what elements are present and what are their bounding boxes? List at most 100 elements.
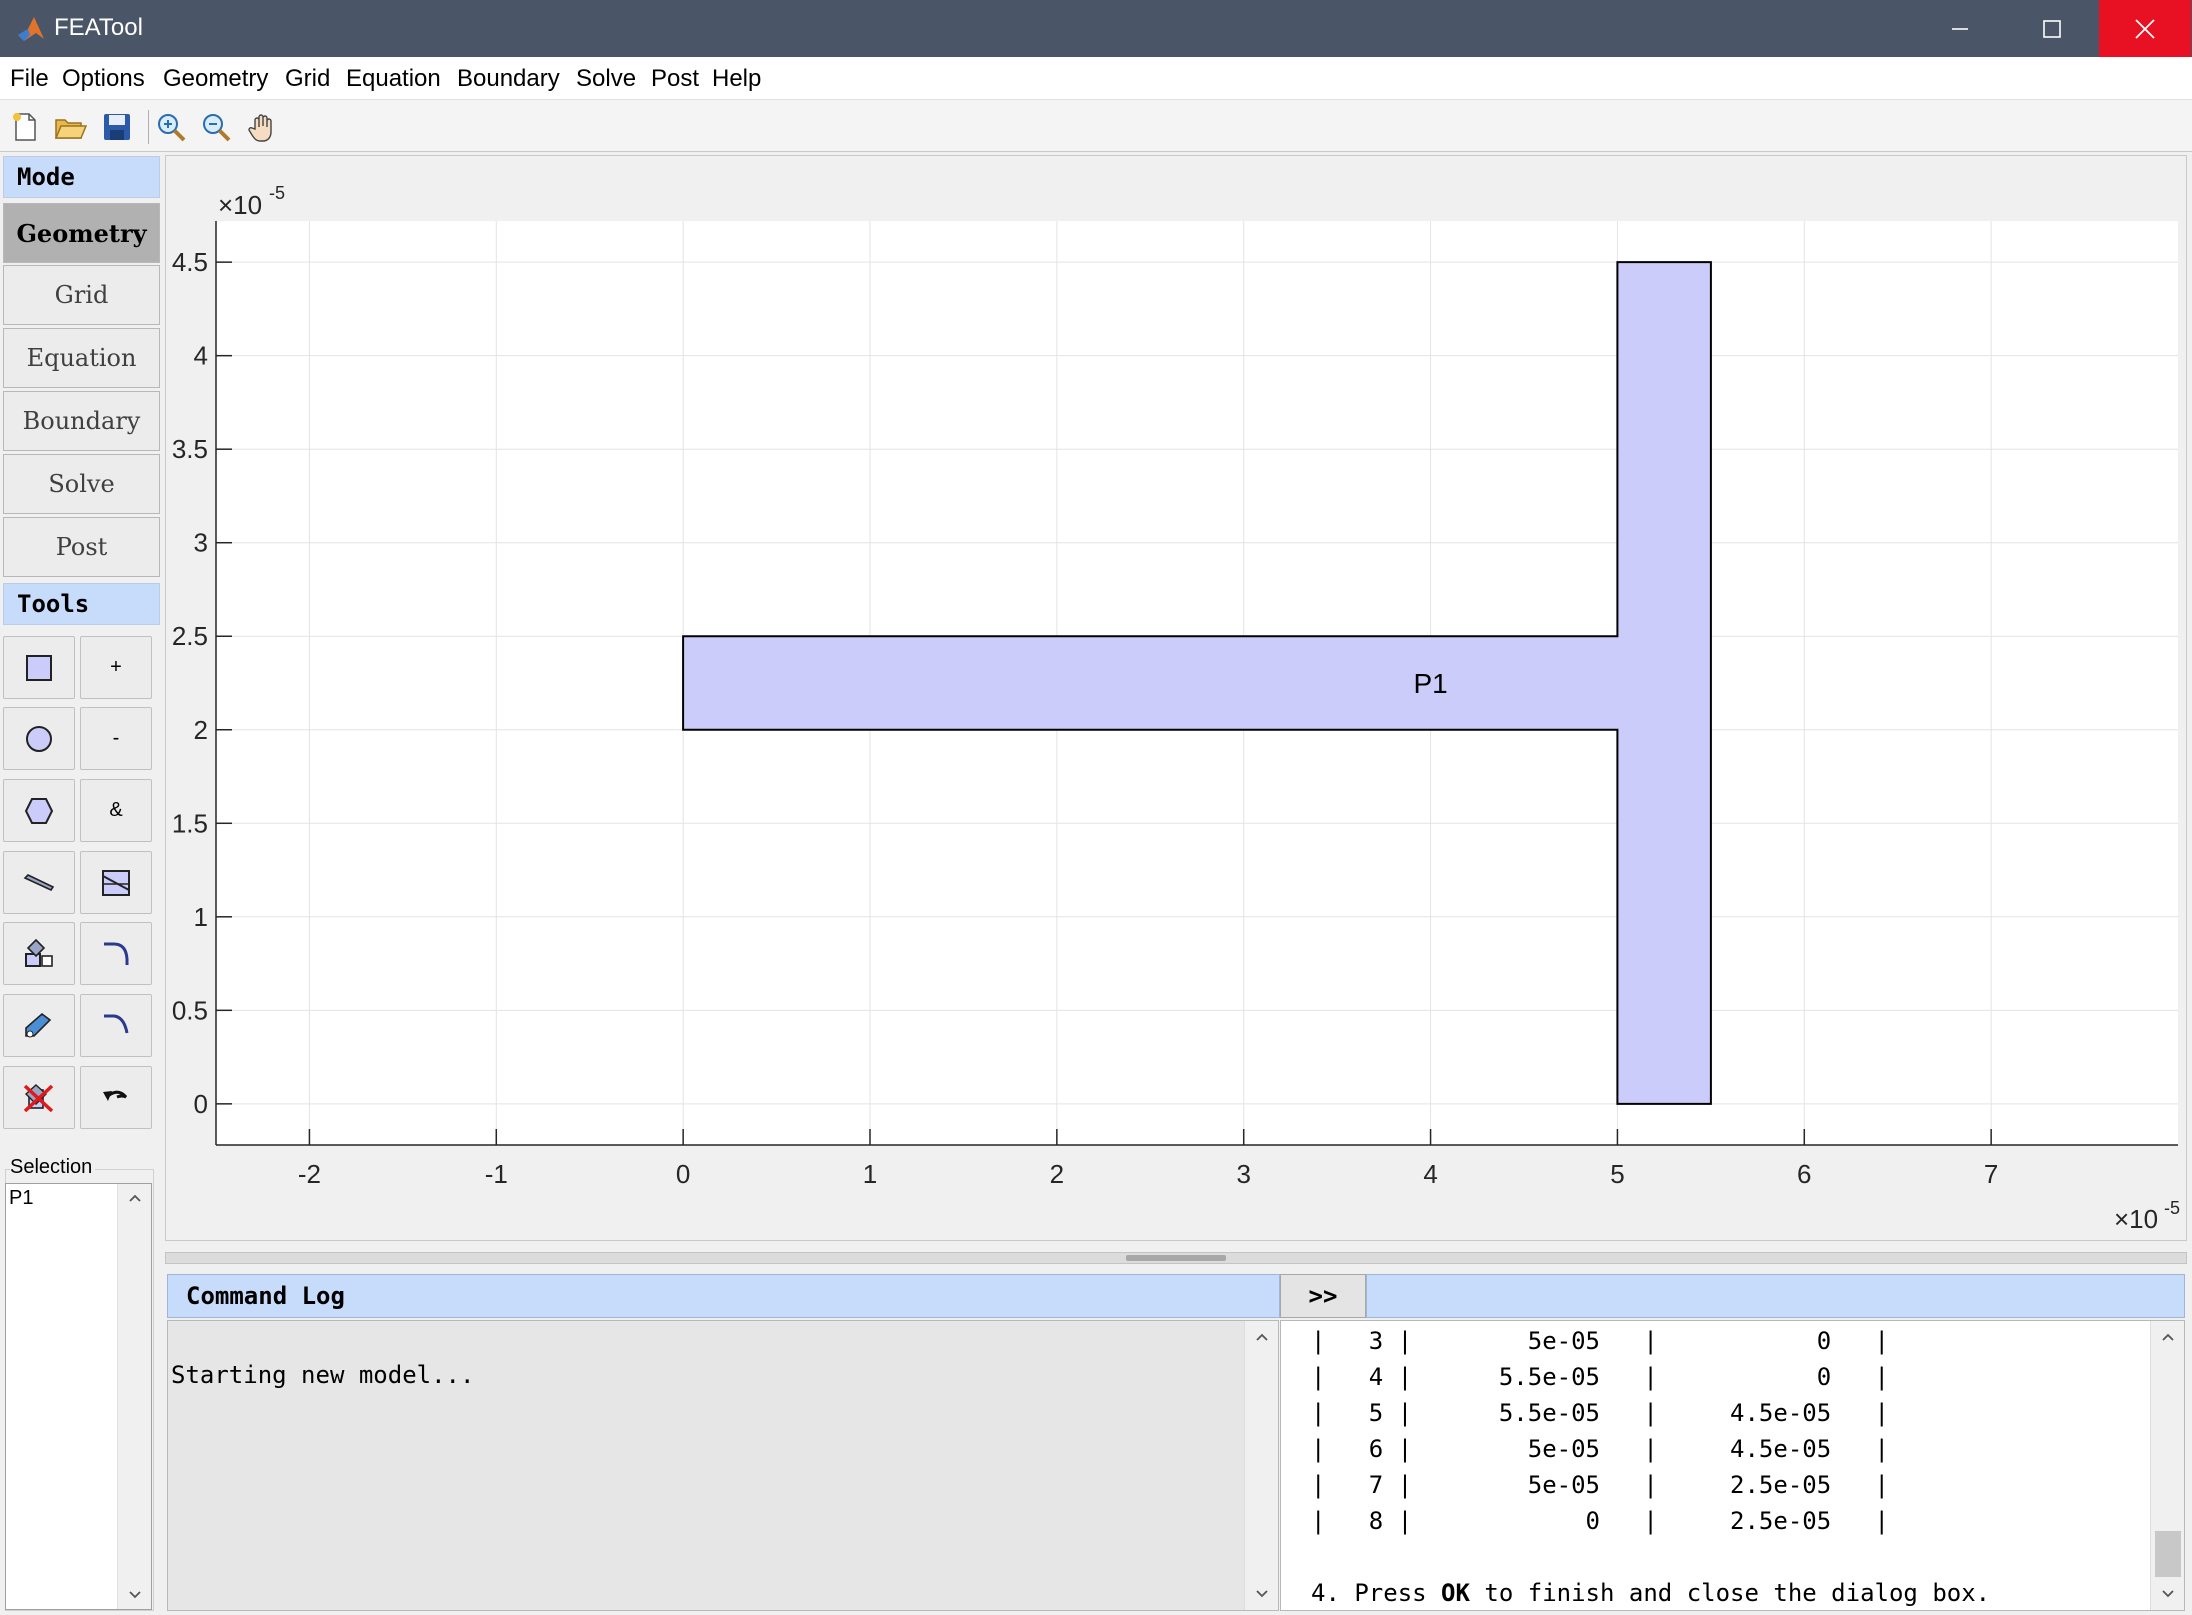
help-text-pane[interactable]: | 3 | 5e-05 | 0 | | 4 | 5.5e-05 | 0 | | … [1280,1320,2185,1611]
menu-equation[interactable]: Equation [346,65,441,93]
minimize-button[interactable] [1914,0,2006,57]
close-button[interactable] [2099,0,2191,57]
geometry-plot[interactable]: P1 -2 -1 0 1 2 3 4 5 6 700.511.522.533.544.5 ×10 … [166,156,2186,1240]
mode-grid-button[interactable]: Grid [3,265,160,325]
y-tick-label: 2.5 [172,621,208,651]
y-tick-label: 4.5 [172,247,208,277]
selection-listbox[interactable]: P1 [5,1183,152,1610]
intersect-button[interactable]: & [80,779,152,842]
help-table-row: | 7 | 5e-05 | 2.5e-05 | [1311,1471,1889,1499]
toggle-panel-button[interactable]: >> [1280,1274,1366,1318]
x-exponent-power: -5 [2164,1198,2180,1218]
menu-help[interactable]: Help [712,65,761,93]
command-log-pane[interactable]: Starting new model... [167,1320,1279,1611]
selection-scrollbar[interactable] [117,1184,151,1609]
zoom-out-button[interactable] [196,108,236,146]
rectangle-icon [26,654,52,681]
command-log-header: Command Log [167,1274,1280,1318]
union-button[interactable]: + [80,636,152,699]
mode-post-button[interactable]: Post [3,517,160,577]
edit-object-button[interactable] [3,994,75,1057]
geometry-label-p1: P1 [1413,668,1447,699]
mode-header: Mode [3,156,160,198]
x-tick-label: 3 [1236,1159,1250,1189]
zoom-in-button[interactable] [151,108,191,146]
chamfer-icon [104,1014,129,1033]
help-table-row: | 4 | 5.5e-05 | 0 | [1311,1363,1889,1391]
command-log-text: Starting new model... [171,1361,475,1389]
transform-tool-button[interactable] [3,922,75,985]
window-title: FEATool [54,14,143,41]
edit-object-icon [25,1012,52,1037]
delete-tool-button[interactable] [3,1066,75,1129]
subtract-button[interactable]: - [80,707,152,770]
pan-button[interactable] [243,108,283,146]
menu-file[interactable]: File [10,65,49,93]
transform-icon [25,938,53,967]
y-tick-label: 1.5 [172,808,208,838]
open-button[interactable] [50,108,90,146]
split-tool-button[interactable] [80,851,152,914]
open-folder-icon [54,119,87,139]
maximize-icon [2043,19,2061,38]
help-table-row: | 5 | 5.5e-05 | 4.5e-05 | [1311,1399,1889,1427]
undo-button[interactable] [80,1066,152,1129]
pan-hand-icon [248,114,272,142]
circle-tool-button[interactable] [3,707,75,770]
y-exponent-base: ×10 [218,190,262,220]
save-button[interactable] [97,108,137,146]
toolbar [0,100,2192,152]
x-tick-label: 2 [1050,1159,1064,1189]
x-tick-label: -2 [298,1159,321,1189]
y-tick-label: 4 [194,341,208,371]
y-tick-label: 0.5 [172,995,208,1025]
help-instruction-suffix: to finish and close the dialog box. [1469,1579,1991,1607]
tools-header: Tools [3,583,160,625]
mode-boundary-button[interactable]: Boundary [3,391,160,451]
chamfer-tool-button[interactable] [80,994,152,1057]
scroll-down-arrow-icon[interactable] [118,1583,151,1607]
scroll-down-arrow-icon[interactable] [1245,1582,1278,1606]
menu-geometry[interactable]: Geometry [163,65,268,93]
help-ok-keyword: OK [1441,1579,1470,1607]
y-exponent-power: -5 [269,183,285,203]
menu-solve[interactable]: Solve [576,65,636,93]
help-table-row: | 3 | 5e-05 | 0 | [1311,1327,1889,1355]
scroll-thumb[interactable] [2155,1531,2181,1577]
title-bar: FEATool [0,0,2192,57]
y-tick-label: 3.5 [172,434,208,464]
mode-geometry-button[interactable]: Geometry [3,203,160,263]
maximize-button[interactable] [2006,0,2098,57]
x-tick-label: -1 [485,1159,508,1189]
new-file-icon [13,113,36,141]
polygon-tool-button[interactable] [3,779,75,842]
y-tick-label: 0 [194,1089,208,1119]
menu-post[interactable]: Post [651,65,699,93]
help-table-row: | 6 | 5e-05 | 4.5e-05 | [1311,1435,1889,1463]
scroll-down-arrow-icon[interactable] [2151,1582,2184,1606]
scroll-up-arrow-icon[interactable] [1245,1325,1278,1349]
selection-item-p1[interactable]: P1 [9,1187,33,1210]
help-scrollbar[interactable] [2150,1321,2184,1610]
fillet-tool-button[interactable] [80,922,152,985]
panel-splitter[interactable] [165,1252,2187,1264]
menu-boundary[interactable]: Boundary [457,65,560,93]
undo-icon [103,1090,128,1101]
help-instruction-prefix: 4. Press [1311,1579,1442,1607]
mode-equation-button[interactable]: Equation [3,328,160,388]
help-instruction: 4. Press OK to finish and close the dial… [1311,1579,1990,1607]
rectangle-tool-button[interactable] [3,636,75,699]
command-log-scrollbar[interactable] [1244,1321,1278,1610]
minimize-icon [1952,27,1968,30]
menu-options[interactable]: Options [62,65,145,93]
mode-solve-button[interactable]: Solve [3,454,160,514]
x-tick-label: 6 [1797,1159,1811,1189]
scroll-up-arrow-icon[interactable] [118,1186,151,1210]
line-tool-button[interactable] [3,851,75,914]
scroll-up-arrow-icon[interactable] [2151,1325,2184,1349]
polygon-icon [24,797,54,824]
x-tick-label: 4 [1423,1159,1437,1189]
splitter-grip-handle[interactable] [1126,1255,1226,1261]
menu-grid[interactable]: Grid [285,65,330,93]
new-file-button[interactable] [5,108,45,146]
